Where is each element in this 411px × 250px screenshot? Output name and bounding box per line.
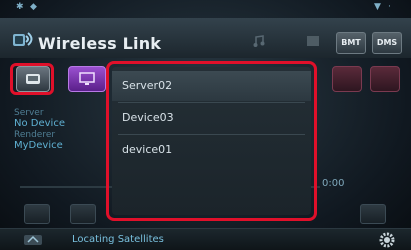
highlight-frame-list [106, 61, 317, 221]
gear-icon[interactable] [378, 231, 396, 249]
signal-icon: ▼ [374, 2, 381, 12]
phone-icon: ◆ [30, 2, 37, 12]
bmt-button[interactable]: BMT [336, 32, 366, 54]
play-button[interactable] [70, 204, 96, 224]
server-value: No Device [14, 118, 65, 129]
server-label: Server [14, 108, 44, 118]
previous-button[interactable] [24, 204, 50, 224]
music-note-icon [253, 35, 265, 47]
highlight-frame-tab [10, 63, 54, 95]
info-panel: Server No Device Renderer MyDevice [14, 108, 104, 152]
screen: ✱ ◆ ▼ · Wireless Link BMT DMS Server No … [0, 0, 411, 250]
status-message: Locating Satellites [72, 234, 164, 245]
next-button[interactable] [360, 204, 386, 224]
bluetooth-icon: ✱ [16, 2, 24, 12]
status-bar: ✱ ◆ ▼ · [0, 0, 411, 16]
screen-tab[interactable] [68, 66, 106, 92]
list-icon[interactable] [306, 34, 320, 48]
renderer-label: Renderer [14, 130, 56, 140]
header-bar: Wireless Link BMT DMS [0, 18, 411, 58]
navigation-icon[interactable] [22, 232, 44, 248]
wireless-link-icon [13, 32, 33, 46]
dms-button[interactable]: DMS [372, 32, 402, 54]
repeat-button[interactable] [332, 66, 362, 92]
time-display: 0:00 [322, 178, 345, 189]
clock-icon: · [388, 2, 391, 12]
bottom-status-bar: Locating Satellites [0, 228, 411, 250]
shuffle-button[interactable] [370, 66, 400, 92]
page-title: Wireless Link [38, 34, 162, 53]
renderer-value: MyDevice [14, 140, 63, 151]
monitor-icon [79, 72, 95, 85]
